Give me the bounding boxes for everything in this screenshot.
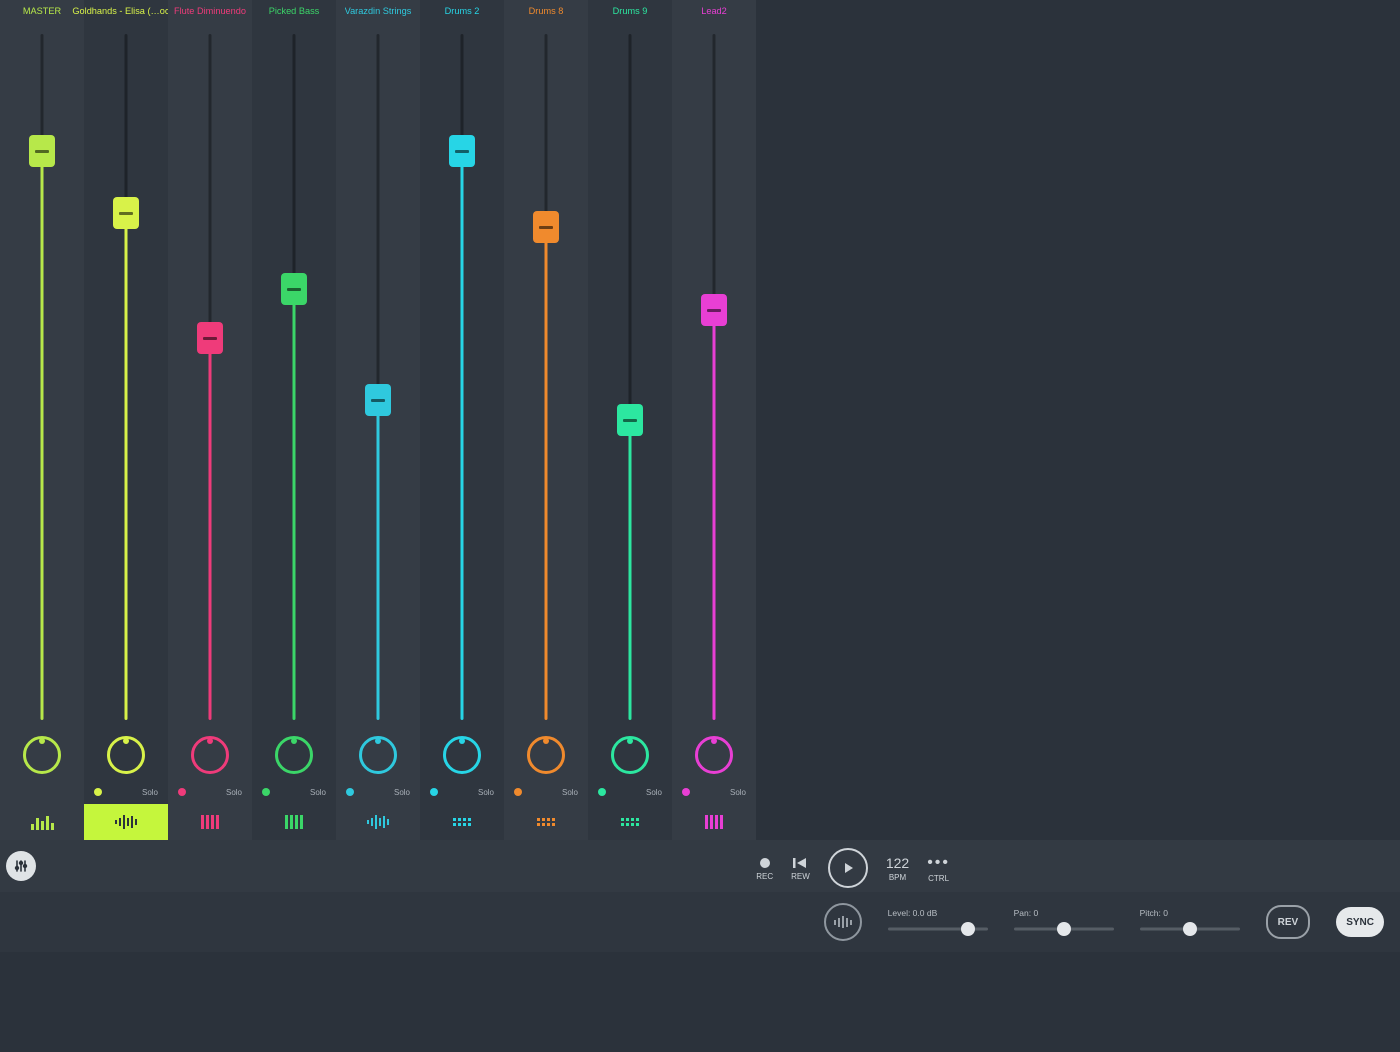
pan-knob[interactable] <box>443 736 481 774</box>
solo-button[interactable]: Solo <box>562 788 578 797</box>
fader[interactable] <box>252 20 336 728</box>
fader-thumb[interactable] <box>701 294 727 326</box>
rewind-button[interactable]: REW <box>791 856 810 881</box>
pan-knob[interactable] <box>359 736 397 774</box>
fader[interactable] <box>0 20 84 728</box>
pan-param: Pan: 0 <box>1014 908 1114 936</box>
footer-bar: Level: 0.0 dB Pan: 0 Pitch: 0 REV SYNC <box>0 892 1400 952</box>
fader[interactable] <box>168 20 252 728</box>
fader-thumb[interactable] <box>281 273 307 305</box>
fader[interactable] <box>588 20 672 728</box>
mute-button[interactable] <box>346 788 354 796</box>
transport-controls: REC REW 122 BPM ••• CTRL <box>756 848 950 888</box>
mute-button[interactable] <box>430 788 438 796</box>
channel-strip: Goldhands - Elisa (…ocal)Solo <box>84 0 168 840</box>
channel-type-button[interactable] <box>0 804 84 840</box>
fader-thumb[interactable] <box>617 404 643 436</box>
pan-knob[interactable] <box>107 736 145 774</box>
pitch-slider[interactable] <box>1140 922 1240 936</box>
channel-type-button[interactable] <box>252 804 336 840</box>
solo-button[interactable]: Solo <box>646 788 662 797</box>
fader[interactable] <box>672 20 756 728</box>
fader[interactable] <box>336 20 420 728</box>
channel-type-button[interactable] <box>420 804 504 840</box>
solo-button[interactable]: Solo <box>394 788 410 797</box>
rewind-label: REW <box>791 872 810 881</box>
channel-name: Drums 8 <box>529 6 564 20</box>
fader-thumb[interactable] <box>533 211 559 243</box>
fader-thumb[interactable] <box>365 384 391 416</box>
mute-button[interactable] <box>598 788 606 796</box>
mixer: MASTERGoldhands - Elisa (…ocal)SoloFlute… <box>0 0 1400 840</box>
channel-type-button[interactable] <box>336 804 420 840</box>
channel-name: MASTER <box>23 6 61 20</box>
channel-strip: Drums 8 Solo <box>504 0 588 840</box>
pitch-param: Pitch: 0 <box>1140 908 1240 936</box>
channel-name: Lead2 <box>701 6 727 20</box>
level-slider[interactable] <box>888 922 988 936</box>
mute-button[interactable] <box>94 788 102 796</box>
pan-knob[interactable] <box>611 736 649 774</box>
fader[interactable] <box>420 20 504 728</box>
solo-button[interactable]: Solo <box>310 788 326 797</box>
channel-strip: MASTER <box>0 0 84 840</box>
mute-button[interactable] <box>514 788 522 796</box>
fader-thumb[interactable] <box>113 197 139 229</box>
channel-type-button[interactable] <box>168 804 252 840</box>
sync-button[interactable]: SYNC <box>1336 907 1384 937</box>
channel-strip: Varazdin Strings Solo <box>336 0 420 840</box>
bpm-display[interactable]: 122 BPM <box>886 855 909 882</box>
channel-strip: Lead2 Solo <box>672 0 756 840</box>
channel-type-button[interactable] <box>84 804 168 840</box>
pitch-label: Pitch: 0 <box>1140 908 1168 918</box>
pan-knob[interactable] <box>23 736 61 774</box>
channel-name: Flute Diminuendo <box>174 6 246 20</box>
ellipsis-icon: ••• <box>927 854 950 872</box>
fader-thumb[interactable] <box>449 135 475 167</box>
pan-knob[interactable] <box>275 736 313 774</box>
channel-name: Drums 2 <box>445 6 480 20</box>
more-label: CTRL <box>928 874 949 883</box>
mute-button[interactable] <box>682 788 690 796</box>
fader[interactable] <box>504 20 588 728</box>
channel-strip: Drums 9 Solo <box>588 0 672 840</box>
channel-type-button[interactable] <box>672 804 756 840</box>
pan-knob[interactable] <box>191 736 229 774</box>
pan-label: Pan: 0 <box>1014 908 1039 918</box>
pan-slider[interactable] <box>1014 922 1114 936</box>
rev-button[interactable]: REV <box>1266 905 1311 939</box>
bpm-value: 122 <box>886 855 909 871</box>
record-label: REC <box>756 872 773 881</box>
mute-button[interactable] <box>178 788 186 796</box>
channel-type-button[interactable] <box>504 804 588 840</box>
channel-strip: Drums 2 Solo <box>420 0 504 840</box>
channel-name: Picked Bass <box>269 6 320 20</box>
level-label: Level: 0.0 dB <box>888 908 938 918</box>
pan-knob[interactable] <box>527 736 565 774</box>
solo-button[interactable]: Solo <box>730 788 746 797</box>
record-button[interactable]: REC <box>756 856 773 881</box>
fader[interactable] <box>84 20 168 728</box>
bpm-label: BPM <box>889 873 906 882</box>
level-param: Level: 0.0 dB <box>888 908 988 936</box>
more-button[interactable]: ••• CTRL <box>927 854 950 883</box>
mixer-toggle-button[interactable] <box>6 851 36 881</box>
solo-button[interactable]: Solo <box>142 788 158 797</box>
solo-button[interactable]: Solo <box>226 788 242 797</box>
channel-name: Drums 9 <box>613 6 648 20</box>
input-monitor-button[interactable] <box>824 903 862 941</box>
channel-name: Goldhands - Elisa (…ocal) <box>72 6 179 20</box>
channel-type-button[interactable] <box>588 804 672 840</box>
play-button[interactable] <box>828 848 868 888</box>
fader-thumb[interactable] <box>29 135 55 167</box>
channel-strip: Flute Diminuendo Solo <box>168 0 252 840</box>
channel-name: Varazdin Strings <box>345 6 412 20</box>
bottom-bar: REC REW 122 BPM ••• CTRL <box>0 840 1400 892</box>
pan-knob[interactable] <box>695 736 733 774</box>
solo-button[interactable]: Solo <box>478 788 494 797</box>
fader-thumb[interactable] <box>197 322 223 354</box>
mute-button[interactable] <box>262 788 270 796</box>
waveform-icon <box>834 915 852 929</box>
channel-strip: Picked Bass Solo <box>252 0 336 840</box>
